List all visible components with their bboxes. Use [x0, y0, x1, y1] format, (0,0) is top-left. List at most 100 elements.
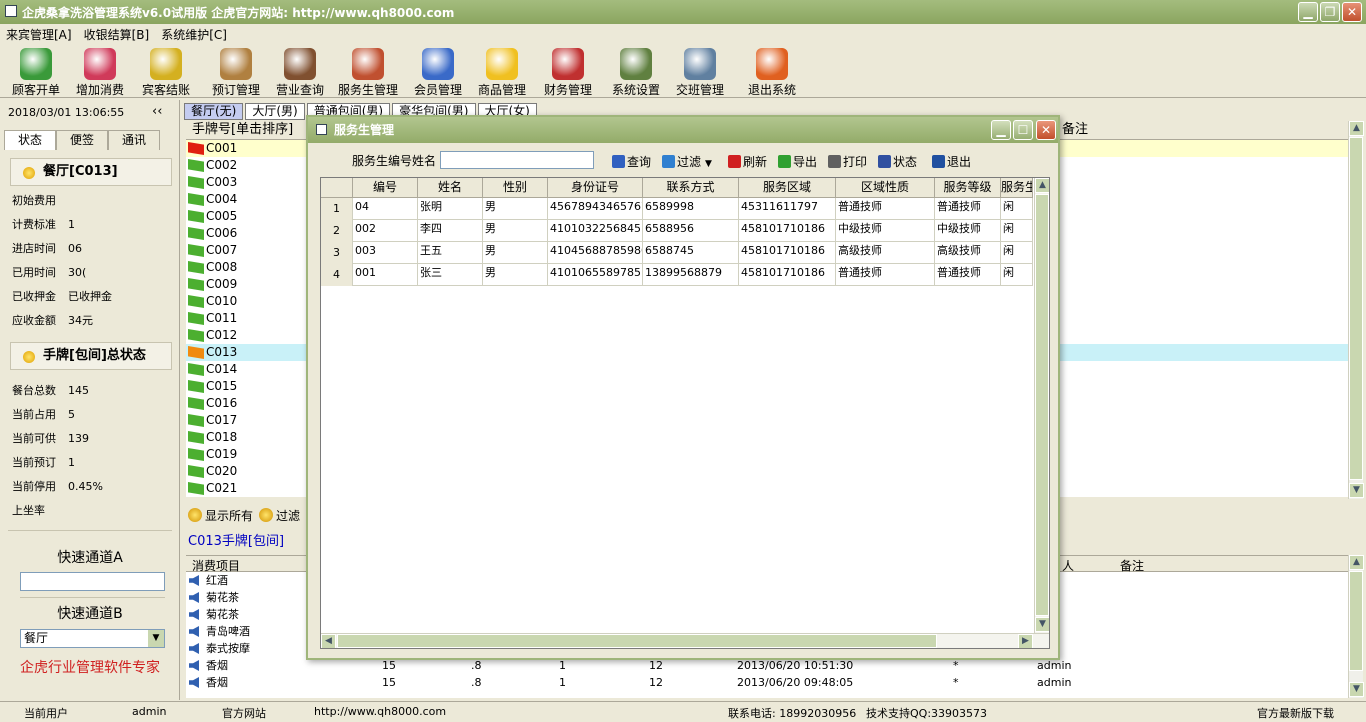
staff-row[interactable]: 104张明男456789434657676658999845311611797普…	[321, 198, 1033, 220]
tab-notes[interactable]: 便签	[56, 130, 108, 150]
tab-contacts[interactable]: 通讯	[108, 130, 160, 150]
scroll-thumb[interactable]	[1035, 194, 1049, 616]
field-label: 当前预订	[12, 456, 56, 469]
filter-button[interactable]: 过滤	[276, 507, 300, 524]
toolbar-button-9[interactable]: 系统设置	[604, 46, 668, 97]
scroll-thumb[interactable]	[1349, 137, 1363, 480]
toolbar-button-5[interactable]: 服务生管理	[336, 46, 400, 97]
staff-cell: 王五	[418, 242, 483, 264]
maximize-button[interactable]: ❐	[1320, 2, 1340, 22]
column-header[interactable]: 服务等级	[935, 178, 1001, 198]
quick-channel-b-select[interactable]: 餐厅 ▼	[20, 629, 165, 648]
tab-restaurant[interactable]: 餐厅(无)	[184, 103, 244, 120]
staff-row[interactable]: 3 003 王五男 41045688785986 6588745 458101710186…	[321, 242, 1033, 264]
card-number-column[interactable]: 手牌号[单击排序]	[192, 122, 293, 137]
column-header[interactable]: 性别	[483, 178, 548, 198]
toolbar-button-10[interactable]: 交班管理	[668, 46, 732, 97]
tab-status[interactable]: 状态	[4, 130, 56, 150]
toolbar-label: 宾客结账	[141, 83, 190, 97]
scroll-up-icon[interactable]: ▲	[1035, 178, 1049, 193]
staff-cell: 6588745	[643, 242, 739, 264]
company-slogan: 企虎行业管理软件专家	[20, 660, 160, 676]
scroll-down-icon[interactable]: ▼	[1349, 483, 1364, 498]
card-number: C003	[206, 175, 238, 189]
dialog-button-1[interactable]: 过滤 ▼	[662, 153, 712, 170]
toolbar-button-3[interactable]: 预订管理	[204, 46, 268, 97]
flag-icon	[188, 159, 204, 172]
menu-system[interactable]: 系统维护[C]	[161, 26, 227, 43]
download-latest-link[interactable]: 官方最新版下载	[1257, 705, 1334, 721]
field-label: 上坐率	[12, 504, 45, 517]
dialog-button-2[interactable]: 刷新	[728, 153, 767, 170]
column-header[interactable]: 服务生	[1001, 178, 1033, 198]
toolbar-button-1[interactable]: 增加消费	[68, 46, 132, 97]
toolbar-button-6[interactable]: 会员管理	[406, 46, 470, 97]
official-site-link[interactable]: http://www.qh8000.com	[314, 705, 446, 718]
column-header[interactable]: 姓名	[418, 178, 483, 198]
dialog-button-label: 导出	[793, 155, 818, 169]
toolbar-button-4[interactable]: 营业查询	[268, 46, 332, 97]
card-number: C005	[206, 209, 238, 223]
card-number: C020	[206, 464, 238, 478]
speaker-icon	[189, 643, 199, 654]
staff-row[interactable]: 4 001 张三男 4101065589785 13899568879 458101710…	[321, 264, 1033, 286]
chevron-down-icon[interactable]: ▼	[148, 630, 164, 647]
toolbar-button-8[interactable]: 财务管理	[536, 46, 600, 97]
scroll-thumb[interactable]	[1349, 571, 1363, 671]
staff-search-input[interactable]	[440, 151, 594, 169]
dialog-maximize-button[interactable]: ☐	[1013, 120, 1033, 140]
column-header[interactable]: 区域性质	[836, 178, 935, 198]
card-number: C002	[206, 158, 238, 172]
scroll-down-icon[interactable]: ▼	[1349, 682, 1364, 697]
toolbar-button-0[interactable]: 顾客开单	[4, 46, 68, 97]
toolbar-button-11[interactable]: 退出系统	[740, 46, 804, 97]
show-all-button[interactable]: 显示所有	[205, 507, 253, 524]
chevron-down-icon[interactable]: ▼	[705, 159, 712, 169]
consumption-scrollbar[interactable]: ▲ ▼	[1348, 555, 1364, 698]
quick-channel-a-input[interactable]	[20, 572, 165, 591]
scroll-up-icon[interactable]: ▲	[1349, 121, 1364, 136]
staff-grid-vscroll[interactable]: ▲ ▼	[1034, 178, 1049, 633]
field-value: 34元	[68, 314, 93, 327]
menu-cashier[interactable]: 收银结算[B]	[84, 26, 150, 43]
toolbar-button-7[interactable]: 商品管理	[470, 46, 534, 97]
dialog-button-3[interactable]: 导出	[778, 153, 817, 170]
card-number: C011	[206, 311, 238, 325]
card-number: C014	[206, 362, 238, 376]
field-label: 已用时间	[12, 266, 56, 279]
flag-icon	[188, 278, 204, 291]
collapse-panel-button[interactable]: ‹‹	[152, 104, 162, 119]
dialog-button-5[interactable]: 状态	[878, 153, 917, 170]
scroll-thumb[interactable]	[337, 634, 937, 648]
close-button[interactable]: ✕	[1342, 2, 1362, 22]
dialog-button-6[interactable]: 退出	[932, 153, 971, 170]
column-header[interactable]: 身份证号	[548, 178, 643, 198]
card-list-scrollbar[interactable]: ▲ ▼	[1348, 121, 1364, 499]
dialog-button-0[interactable]: 查询	[612, 153, 651, 170]
dialog-minimize-button[interactable]: ▁	[991, 120, 1011, 140]
exit-door-icon	[756, 48, 788, 80]
cell-item: 泰式按摩	[206, 642, 250, 655]
dialog-button-4[interactable]: 打印	[828, 153, 867, 170]
speaker-icon	[189, 575, 199, 586]
column-header[interactable]: 编号	[353, 178, 418, 198]
scroll-up-icon[interactable]: ▲	[1349, 555, 1364, 570]
staff-grid-hscroll[interactable]: ◀ ▶	[321, 633, 1049, 648]
scroll-down-icon[interactable]: ▼	[1035, 617, 1049, 632]
tab-hall-male[interactable]: 大厅(男)	[245, 103, 305, 120]
minimize-button[interactable]: ▁	[1298, 2, 1318, 22]
field-label: 计费标准	[12, 218, 56, 231]
column-header[interactable]: 联系方式	[643, 178, 739, 198]
staff-cell: 普通技师	[836, 264, 935, 286]
menu-guest[interactable]: 来宾管理[A]	[6, 26, 72, 43]
toolbar-button-2[interactable]: 宾客结账	[134, 46, 198, 97]
dialog-close-button[interactable]: ✕	[1036, 120, 1056, 140]
scroll-right-icon[interactable]: ▶	[1018, 634, 1033, 648]
column-header[interactable]: 服务区域	[739, 178, 836, 198]
staff-row[interactable]: 2 002 李四男 4101032256845 6588956 458101710186 中…	[321, 220, 1033, 242]
official-site-label: 官方网站	[222, 707, 266, 720]
flag-icon	[188, 346, 204, 359]
table-row[interactable]: 香烟 15 .8 1 12 2013/06/20 09:48:05 * admin	[186, 674, 1348, 691]
card-filter-bar: 显示所有 过滤	[186, 505, 300, 525]
scroll-left-icon[interactable]: ◀	[321, 634, 336, 648]
